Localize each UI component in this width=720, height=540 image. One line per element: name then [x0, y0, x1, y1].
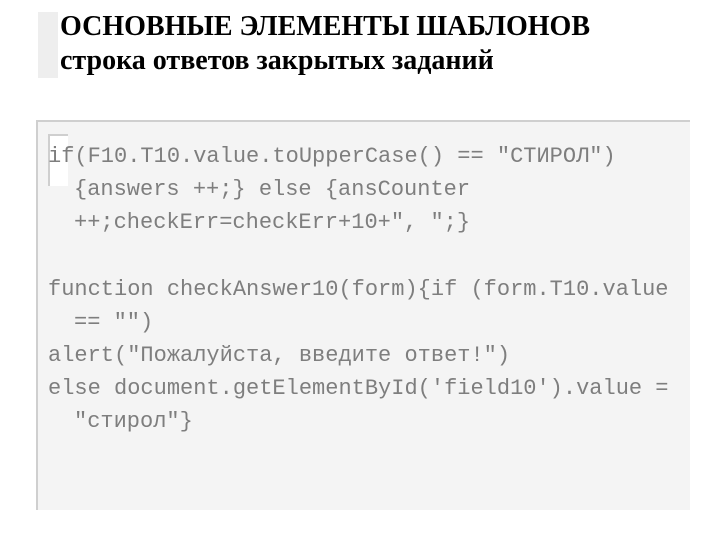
code-line: function checkAnswer10(form){if (form.T1…: [48, 273, 680, 339]
title-line-1: ОСНОВНЫЕ ЭЛЕМЕНТЫ ШАБЛОНОВ: [60, 10, 690, 44]
slide: ОСНОВНЫЕ ЭЛЕМЕНТЫ ШАБЛОНОВ строка ответо…: [0, 0, 720, 540]
code-line: else document.getElementById('field10').…: [48, 372, 680, 438]
code-line: if(F10.T10.value.toUpperCase() == ″СТИРО…: [48, 140, 680, 239]
title-accent-bar: [36, 12, 58, 78]
blank-line: [48, 239, 680, 273]
code-block: if(F10.T10.value.toUpperCase() == ″СТИРО…: [36, 120, 690, 510]
slide-title: ОСНОВНЫЕ ЭЛЕМЕНТЫ ШАБЛОНОВ строка ответо…: [60, 10, 690, 77]
code-line: alert("Пожалуйста, введите ответ!"): [48, 339, 680, 372]
code-text: if(F10.T10.value.toUpperCase() == ″СТИРО…: [48, 140, 680, 438]
title-line-2: строка ответов закрытых заданий: [60, 44, 690, 78]
